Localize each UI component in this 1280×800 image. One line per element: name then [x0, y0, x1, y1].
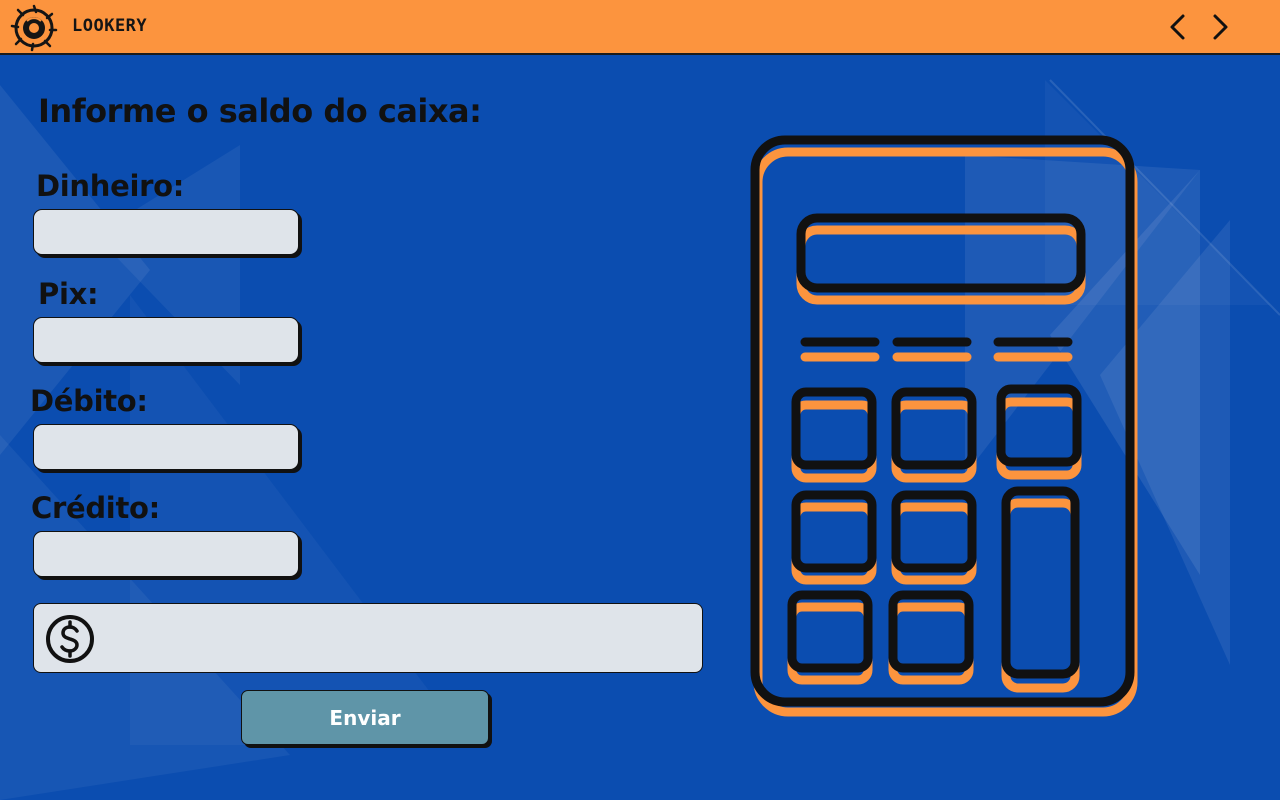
credito-label: Crédito:	[31, 491, 160, 525]
dinheiro-label: Dinheiro:	[36, 169, 185, 203]
logo-icon	[10, 4, 58, 52]
debito-label: Débito:	[30, 384, 148, 418]
brand-name: LOOKERY	[72, 16, 148, 36]
total-input[interactable]	[106, 614, 690, 664]
total-field	[33, 603, 703, 673]
credito-input[interactable]	[33, 531, 299, 577]
pix-input[interactable]	[33, 317, 299, 363]
page-title: Informe o saldo do caixa:	[38, 92, 482, 130]
dinheiro-input[interactable]	[33, 209, 299, 255]
dollar-circle-icon	[46, 615, 94, 663]
calculator-illustration	[750, 135, 1138, 717]
chevron-right-icon[interactable]	[1204, 11, 1236, 43]
top-bar: LOOKERY	[0, 0, 1280, 55]
pix-label: Pix:	[38, 277, 99, 311]
debito-input[interactable]	[33, 424, 299, 470]
chevron-left-icon[interactable]	[1162, 11, 1194, 43]
enviar-button[interactable]: Enviar	[241, 690, 489, 745]
